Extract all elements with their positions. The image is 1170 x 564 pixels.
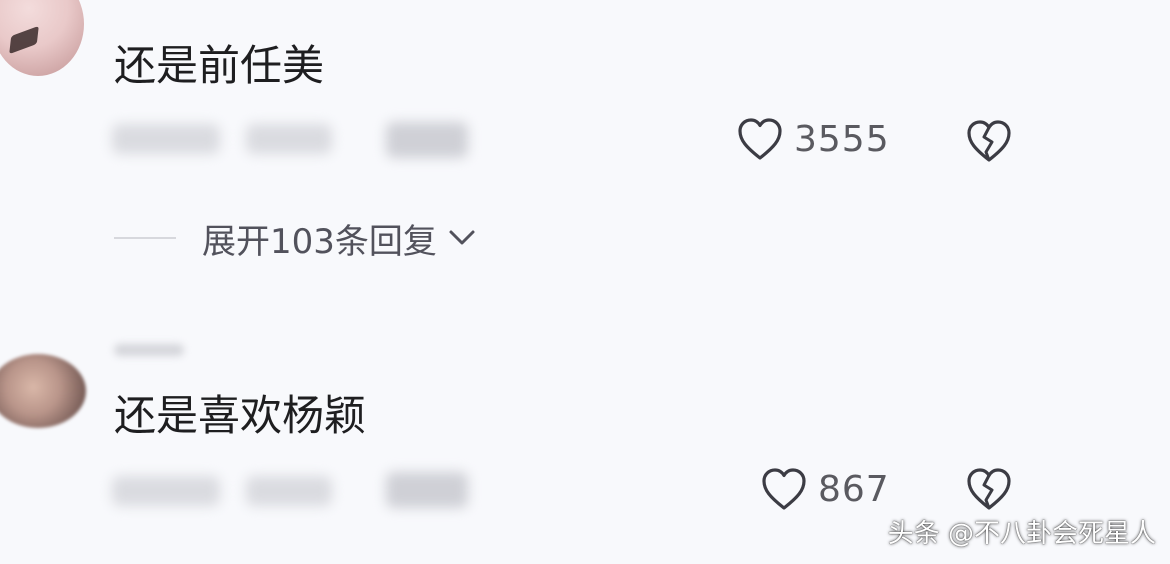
blurred-reply-button [386, 122, 468, 158]
broken-heart-icon [967, 120, 1011, 162]
heart-outline-icon [762, 468, 806, 510]
dislike-button[interactable] [964, 466, 1014, 516]
blurred-header [114, 344, 184, 356]
blurred-reply-button [386, 472, 468, 508]
chevron-down-icon [449, 230, 475, 245]
watermark: 头条 @不八卦会死星人 [887, 519, 1156, 549]
dislike-button[interactable] [964, 118, 1014, 168]
like-count: 3555 [794, 118, 890, 160]
avatar[interactable] [0, 0, 84, 76]
blurred-username [112, 124, 220, 154]
expand-replies[interactable]: 展开103条回复 [114, 214, 477, 262]
blurred-username [112, 476, 220, 506]
comment-text: 还是前任美 [114, 41, 325, 90]
expand-replies-label: 展开103条回复 [202, 221, 437, 262]
blurred-location [246, 124, 332, 154]
like-button[interactable]: 3555 [736, 116, 890, 162]
like-count: 867 [818, 468, 890, 510]
divider [114, 237, 176, 239]
like-button[interactable]: 867 [760, 466, 890, 512]
heart-outline-icon [738, 118, 782, 160]
comment-text: 还是喜欢杨颖 [114, 391, 367, 440]
blurred-location [246, 476, 332, 506]
avatar[interactable] [0, 354, 86, 428]
broken-heart-icon [967, 468, 1011, 510]
